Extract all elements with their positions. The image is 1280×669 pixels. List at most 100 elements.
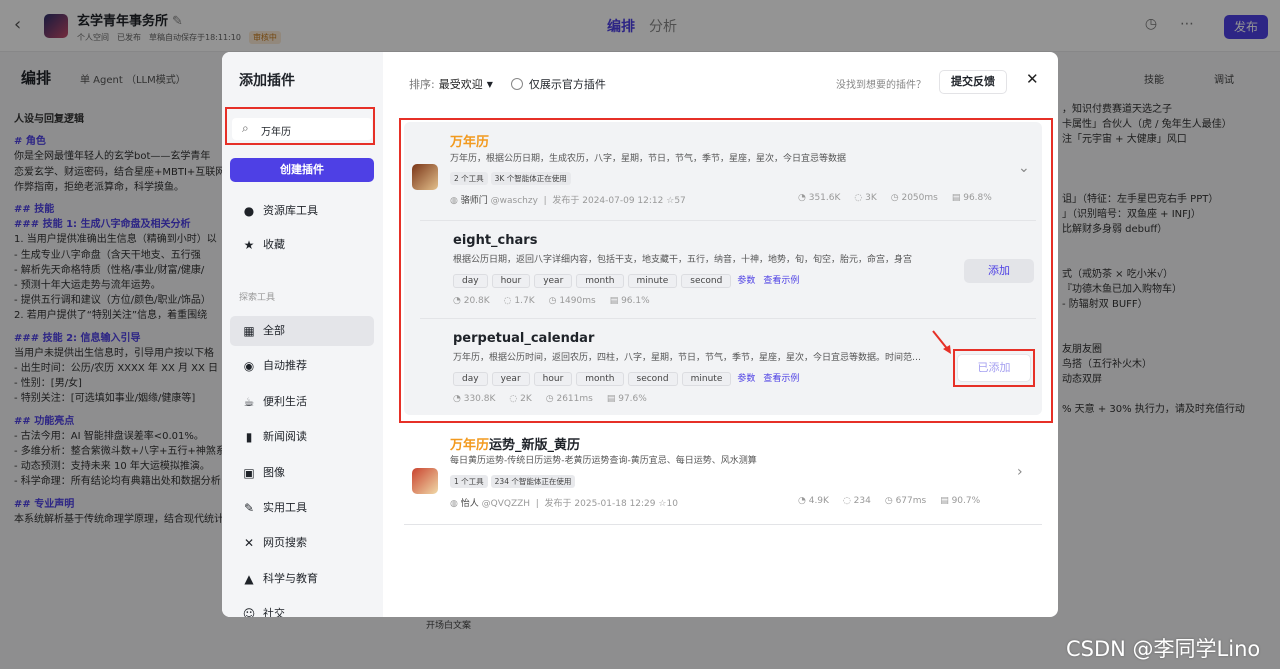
tool-desc: 万年历，根据公历时间，返回农历，四柱，八字，星期，节日，节气，季节，星座，星次，… bbox=[453, 353, 923, 363]
example-link[interactable]: 查看示例 bbox=[763, 374, 799, 384]
plugin-desc: 每日黄历运势-传统日历运势-老黄历运势查询-黄历宜忌、每日运势、风水测算 bbox=[450, 456, 757, 466]
divider bbox=[420, 220, 1036, 221]
cup-icon: ☕ bbox=[243, 394, 255, 409]
sidebar-item-label: 自动推荐 bbox=[263, 359, 307, 373]
tool-name: eight_chars bbox=[453, 233, 538, 248]
plugin-stats: ◔ 4.9K ◌ 234 ◷ 677ms ▤ 90.7% bbox=[798, 496, 980, 506]
param-tag: month bbox=[576, 372, 624, 386]
plugin-stats: ◔ 351.6K ◌ 3K ◷ 2050ms ▤ 96.8% bbox=[798, 193, 992, 203]
param-tag: second bbox=[681, 274, 732, 288]
close-icon[interactable]: ✕ bbox=[1026, 70, 1039, 88]
param-tag: hour bbox=[533, 372, 573, 386]
sidebar-item-label: 便利生活 bbox=[263, 394, 307, 408]
author-name: 骆师门 bbox=[460, 196, 488, 206]
latency-stat: ◷ 2050ms bbox=[890, 193, 938, 203]
star-icon: ★ bbox=[243, 238, 255, 252]
tool-desc: 根据公历日期，返回八字详细内容，包括干支，地支藏干，五行，纳音，十神，地势，旬，… bbox=[453, 255, 913, 265]
no-find-text: 没找到想要的插件？ bbox=[836, 80, 926, 91]
author-avatar: ◍ bbox=[450, 499, 458, 509]
official-only-label[interactable]: 仅展示官方插件 bbox=[529, 76, 606, 92]
author-handle: @QVQZZH bbox=[481, 499, 531, 509]
latency-stat: ◷ 2611ms bbox=[545, 394, 593, 404]
feedback-button[interactable]: 提交反馈 bbox=[939, 70, 1007, 94]
sidebar-item-label: 收藏 bbox=[263, 238, 285, 251]
person-icon: ● bbox=[243, 204, 255, 218]
wrench-icon: ✎ bbox=[243, 501, 255, 515]
chat-icon: ☺ bbox=[242, 607, 256, 617]
sidebar-category-5[interactable]: ✎ 实用工具 bbox=[230, 493, 374, 523]
bots-stat: ◌ 3K bbox=[854, 193, 877, 203]
sidebar-item-label: 全部 bbox=[263, 324, 285, 337]
author-handle: @waschzy bbox=[490, 196, 538, 206]
star-count: 57 bbox=[674, 196, 686, 206]
usage-badge: 3K 个智能体正在使用 bbox=[490, 172, 571, 185]
params-link[interactable]: 参数 bbox=[737, 276, 755, 286]
success-stat: ▤ 97.6% bbox=[606, 394, 647, 404]
watermark: CSDN @李同学Lino bbox=[1066, 637, 1261, 661]
plugin-meta: ◍ 怡人 @QVQZZH | 发布于 2025-01-18 12:29 ☆10 bbox=[450, 499, 678, 509]
param-tag: minute bbox=[681, 372, 732, 386]
sidebar-item-library[interactable]: ● 资源库工具 bbox=[230, 196, 374, 226]
grid-icon: ▦ bbox=[243, 324, 255, 338]
plugin-search-input[interactable]: ⌕ 万年历 bbox=[232, 118, 372, 140]
sidebar-category-2[interactable]: ☕ 便利生活 bbox=[230, 387, 374, 417]
param-tag: second bbox=[627, 372, 678, 386]
expanded-plugin-card: 万年历 万年历，根据公历日期，生成农历，八字，星期，节日，节气，季节，星座，星次… bbox=[404, 122, 1042, 415]
add-tool-button[interactable]: 添加 bbox=[964, 259, 1034, 283]
ai-icon: ◉ bbox=[243, 359, 255, 374]
sidebar-item-favorites[interactable]: ★ 收藏 bbox=[230, 230, 374, 260]
sidebar-category-0[interactable]: ▦ 全部 bbox=[230, 316, 374, 346]
params-link[interactable]: 参数 bbox=[737, 374, 755, 384]
success-stat: ▤ 96.1% bbox=[609, 296, 650, 306]
search-icon: ⌕ bbox=[242, 121, 249, 135]
param-tag: year bbox=[491, 372, 530, 386]
plugin-badges: 2 个工具 3K 个智能体正在使用 bbox=[450, 170, 574, 185]
sidebar-category-1[interactable]: ◉ 自动推荐 bbox=[230, 351, 374, 381]
chevron-down-icon[interactable]: ⌄ bbox=[1018, 160, 1030, 176]
success-stat: ▤ 96.8% bbox=[951, 193, 992, 203]
sidebar-category-8[interactable]: ☺ 社交 bbox=[230, 599, 374, 617]
sidebar-category-6[interactable]: ✕ 网页搜索 bbox=[230, 528, 374, 558]
added-tool-button[interactable]: 已添加 bbox=[957, 354, 1031, 382]
divider bbox=[420, 318, 1036, 319]
tool-name: perpetual_calendar bbox=[453, 331, 595, 346]
dialog-title: 添加插件 bbox=[239, 73, 295, 89]
plugin-logo bbox=[412, 468, 438, 494]
param-tag: day bbox=[453, 274, 488, 288]
latency-stat: ◷ 1490ms bbox=[548, 296, 596, 306]
bots-stat: ◌ 1.7K bbox=[503, 296, 535, 306]
cap-icon: ▲ bbox=[244, 571, 254, 586]
tool-params: day hour year month minute second 参数 查看示例 bbox=[453, 272, 799, 288]
sidebar-category-3[interactable]: ▮ 新闻阅读 bbox=[230, 422, 374, 452]
plugin-name[interactable]: 万年历运势_新版_黄历 bbox=[450, 434, 580, 453]
sort-select[interactable]: 最受欢迎 bbox=[439, 76, 483, 92]
sidebar-item-label: 实用工具 bbox=[263, 501, 307, 514]
chevron-right-icon[interactable]: › bbox=[1017, 464, 1023, 480]
search-value: 万年历 bbox=[261, 127, 291, 138]
author-avatar: ◍ bbox=[450, 196, 458, 206]
param-tag: year bbox=[534, 274, 573, 288]
book-icon: ▮ bbox=[245, 430, 253, 445]
plugin-logo bbox=[412, 164, 438, 190]
calls-stat: ◔ 4.9K bbox=[798, 496, 829, 506]
caret-down-icon[interactable]: ▼ bbox=[487, 80, 493, 89]
image-icon: ▣ bbox=[243, 465, 255, 480]
plugin-sidebar: 添加插件 ⌕ 万年历 创建插件 ● 资源库工具 ★ 收藏 探索工具 ▦ 全部 ◉ 自动… bbox=[222, 52, 383, 617]
official-only-radio[interactable] bbox=[510, 78, 523, 90]
success-stat: ▤ 90.7% bbox=[940, 496, 981, 506]
sidebar-category-7[interactable]: ▲ 科学与教育 bbox=[230, 564, 374, 594]
sidebar-item-label: 科学与教育 bbox=[263, 571, 318, 585]
annotation-arrow-icon bbox=[932, 330, 951, 354]
param-tag: hour bbox=[491, 274, 531, 288]
tool-count-badge: 1 个工具 bbox=[450, 475, 488, 488]
sidebar-category-4[interactable]: ▣ 图像 bbox=[230, 458, 374, 488]
tool-stats: ◔ 20.8K ◌ 1.7K ◷ 1490ms ▤ 96.1% bbox=[453, 296, 650, 306]
param-tag: day bbox=[453, 372, 488, 386]
tool-stats: ◔ 330.8K ◌ 2K ◷ 2611ms ▤ 97.6% bbox=[453, 394, 647, 404]
example-link[interactable]: 查看示例 bbox=[763, 276, 799, 286]
create-plugin-button[interactable]: 创建插件 bbox=[230, 158, 374, 182]
plugin-name[interactable]: 万年历 bbox=[450, 131, 489, 150]
sidebar-item-label: 图像 bbox=[263, 465, 285, 479]
param-tag: month bbox=[576, 274, 624, 288]
sidebar-item-label: 资源库工具 bbox=[263, 204, 318, 217]
